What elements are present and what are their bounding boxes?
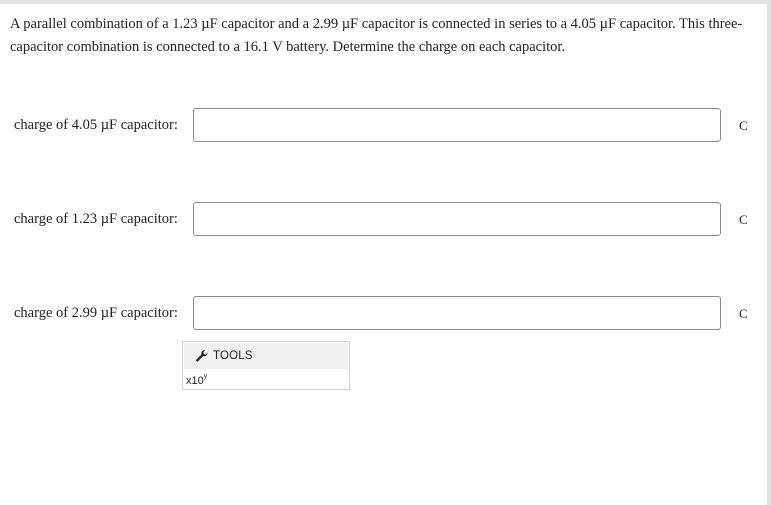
answer-label: charge of 1.23 µF capacitor: — [14, 211, 178, 227]
answer-label: charge of 4.05 µF capacitor: — [14, 117, 178, 133]
wrench-icon — [195, 349, 209, 363]
unit-label: C — [739, 118, 748, 133]
answer-row-2: charge of 1.23 µF capacitor: C — [0, 202, 771, 238]
page-frame — [0, 0, 771, 505]
x10-button[interactable]: x10y — [186, 370, 207, 390]
answer-input[interactable] — [193, 296, 721, 330]
question-text: A parallel combination of a 1.23 µF capa… — [10, 16, 743, 55]
tools-panel: TOOLS x10y — [182, 341, 350, 390]
x10-exponent: y — [203, 373, 208, 380]
answer-input[interactable] — [193, 202, 721, 236]
unit-label: C — [739, 306, 748, 321]
answer-input[interactable] — [193, 108, 721, 142]
tools-label: TOOLS — [213, 350, 253, 362]
answer-row-1: charge of 4.05 µF capacitor: C — [0, 108, 771, 144]
answer-row-3: charge of 2.99 µF capacitor: C — [0, 296, 771, 332]
answer-label: charge of 2.99 µF capacitor: — [14, 305, 178, 321]
unit-label: C — [739, 212, 748, 227]
x10-base: x10 — [186, 375, 204, 387]
tools-button[interactable]: TOOLS — [184, 343, 348, 369]
